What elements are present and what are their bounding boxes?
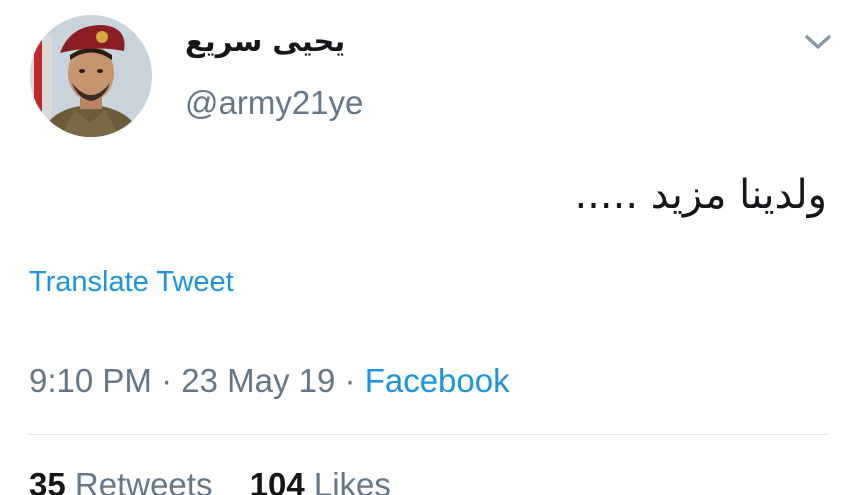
retweets-stat[interactable]: 35 Retweets	[29, 466, 222, 495]
likes-stat[interactable]: 104 Likes	[250, 466, 391, 495]
divider	[28, 434, 828, 435]
tweet-card: يحيى سريع @army21ye ولدينا مزيد ..... Tr…	[0, 0, 855, 495]
likes-label: Likes	[313, 466, 391, 495]
display-name[interactable]: يحيى سريع	[185, 24, 345, 58]
tweet-text: ولدينا مزيد .....	[574, 172, 827, 218]
tweet-metadata: 9:10 PM · 23 May 19 · Facebook	[29, 362, 510, 400]
meta-separator: ·	[344, 362, 356, 399]
tweet-date: 23 May 19	[181, 362, 336, 399]
tweet-time: 9:10 PM	[29, 362, 152, 399]
chevron-down-icon[interactable]	[800, 28, 836, 56]
tweet-stats: 35 Retweets 104 Likes	[29, 466, 419, 495]
avatar-portrait	[30, 15, 152, 137]
user-handle[interactable]: @army21ye	[185, 84, 363, 122]
tweet-source-link[interactable]: Facebook	[365, 362, 510, 399]
retweets-count: 35	[29, 466, 66, 495]
translate-tweet-link[interactable]: Translate Tweet	[29, 266, 234, 299]
meta-separator: ·	[161, 362, 173, 399]
likes-count: 104	[249, 466, 305, 495]
retweets-label: Retweets	[74, 466, 213, 495]
avatar[interactable]	[30, 15, 152, 137]
